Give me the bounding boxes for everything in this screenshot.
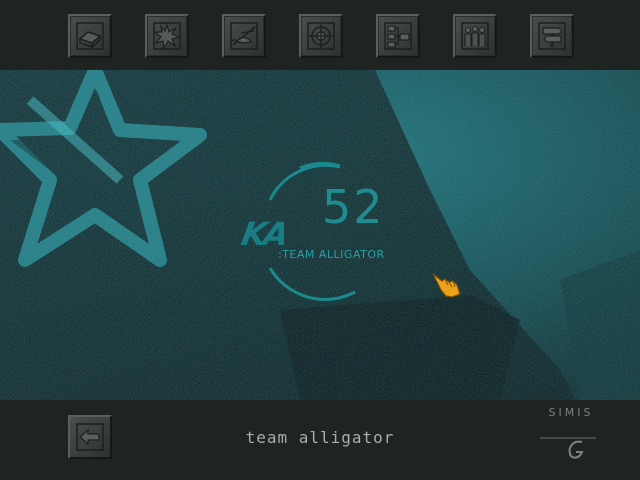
pilots-group-icon	[461, 22, 489, 50]
bottom-bar: team alligator SIMIS	[0, 400, 640, 480]
briefing-book-icon	[76, 22, 104, 50]
back-arrow-icon	[76, 423, 104, 451]
simis-logo-icon	[540, 437, 596, 459]
logo-number: 52	[322, 180, 385, 234]
title-scene: 52 KA :TEAM ALLIGATOR	[0, 70, 640, 400]
back-button[interactable]	[68, 415, 112, 459]
network-diagram-icon	[384, 22, 412, 50]
hand-pointer-cursor-icon	[432, 273, 461, 298]
target-button[interactable]	[299, 14, 343, 58]
target-reticle-icon	[307, 22, 335, 50]
explosion-button[interactable]	[145, 14, 189, 58]
signpost-button[interactable]	[530, 14, 574, 58]
logo-subtitle: :TEAM ALLIGATOR	[278, 248, 385, 261]
network-button[interactable]	[376, 14, 420, 58]
signpost-icon	[538, 22, 566, 50]
explosion-icon	[153, 22, 181, 50]
screen-caption: team alligator	[245, 428, 395, 447]
helicopter-icon	[230, 22, 258, 50]
top-toolbar	[0, 0, 640, 70]
helicopter-button[interactable]	[222, 14, 266, 58]
pilots-button[interactable]	[453, 14, 497, 58]
helicopter-background-image	[0, 70, 640, 400]
briefing-book-button[interactable]	[68, 14, 112, 58]
